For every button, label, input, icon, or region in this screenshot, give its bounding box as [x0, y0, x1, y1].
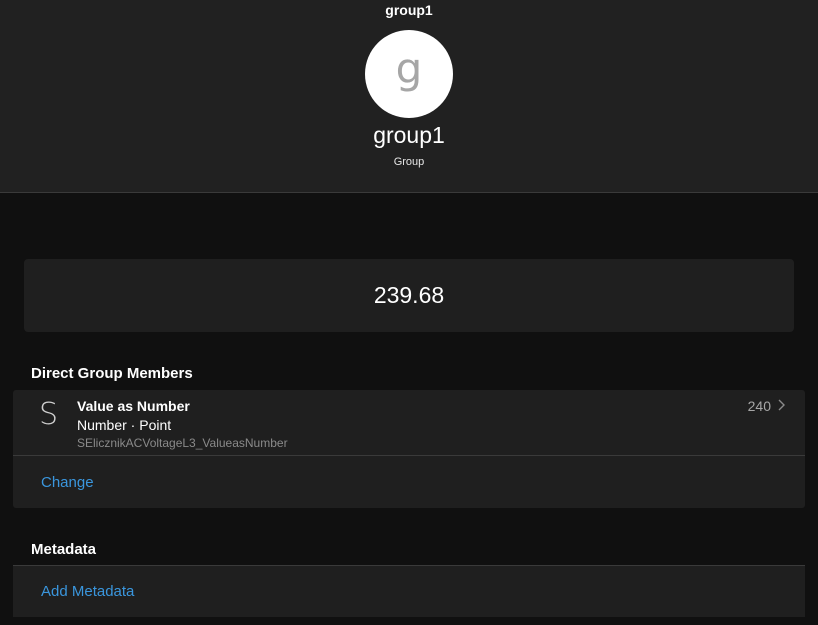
- member-value: 240: [747, 398, 771, 414]
- value-card: 239.68: [24, 259, 794, 332]
- member-name: Value as Number: [77, 398, 190, 414]
- window-title: group1: [385, 2, 433, 18]
- avatar: g: [365, 30, 453, 118]
- members-card: S Value as Number Number · Point SEliczn…: [13, 390, 805, 508]
- metadata-card: Add Metadata: [13, 565, 805, 617]
- value-display: 239.68: [373, 282, 445, 308]
- change-button[interactable]: Change: [41, 474, 94, 491]
- add-metadata-button[interactable]: Add Metadata: [41, 583, 134, 600]
- member-row[interactable]: S Value as Number Number · Point SEliczn…: [13, 390, 805, 456]
- metadata-section-title: Metadata: [31, 541, 97, 558]
- member-type-icon: S: [39, 397, 59, 432]
- chevron-right-icon: [778, 399, 785, 411]
- group-name: group1: [373, 122, 445, 148]
- members-section-title: Direct Group Members: [31, 365, 193, 382]
- group-type: Group: [393, 156, 425, 168]
- avatar-letter: g: [395, 43, 423, 93]
- header: group1 g group1 Group: [0, 0, 818, 193]
- member-subtitle: Number · Point: [77, 417, 172, 433]
- member-id: SElicznikACVoltageL3_ValueasNumber: [77, 436, 288, 450]
